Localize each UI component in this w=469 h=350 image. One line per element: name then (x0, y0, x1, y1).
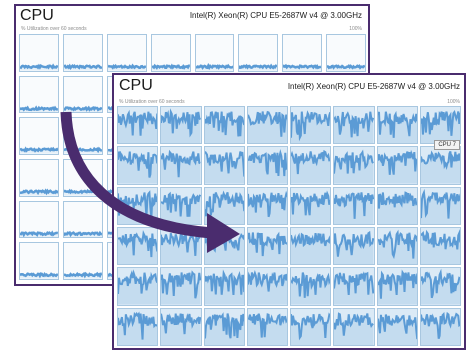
core-graph-line (20, 107, 58, 109)
core-graph (117, 307, 159, 346)
core-graph (160, 267, 202, 306)
cpu-model-name: Intel(R) Xeon(R) CPU E5-2687W v4 @ 3.00G… (287, 82, 460, 91)
core-graph-line (20, 191, 58, 193)
core-graph (376, 267, 418, 306)
cpu-title: CPU (119, 77, 153, 94)
core-graph (290, 186, 332, 225)
core-graph (246, 186, 288, 225)
core-graph-line (239, 66, 277, 68)
core-graph (19, 34, 59, 72)
cpu-title: CPU (20, 7, 54, 24)
core-graph-line (327, 66, 365, 68)
core-graph-line (152, 66, 190, 68)
core-graph (419, 307, 461, 346)
core-graph (160, 186, 202, 225)
core-graph (160, 226, 202, 266)
core-graph (19, 200, 59, 239)
core-graph-line (20, 149, 58, 151)
cpu-window-after: CPU Intel(R) Xeon(R) CPU E5-2687W v4 @ 3… (112, 73, 466, 350)
core-graph (290, 106, 332, 145)
core-graph (117, 146, 159, 185)
cpu-tooltip: CPU 7 (434, 140, 460, 150)
core-graph (106, 34, 147, 72)
core-graph (203, 146, 245, 185)
core-graph (419, 146, 461, 185)
core-graph (19, 117, 59, 155)
core-graph (333, 226, 375, 266)
core-graph-line (20, 274, 58, 276)
core-graph (376, 226, 418, 266)
core-graph (160, 307, 202, 346)
core-graph (203, 226, 245, 266)
core-graph (333, 106, 375, 145)
core-graph (290, 146, 332, 185)
core-graph (62, 34, 103, 72)
cpu-model-name: Intel(R) Xeon(R) CPU E5-2687W v4 @ 3.00G… (189, 11, 362, 20)
core-graph (117, 267, 159, 306)
core-graph (333, 186, 375, 225)
core-graph (290, 267, 332, 306)
core-graph (246, 267, 288, 306)
core-graph (160, 146, 202, 185)
core-graph-line (108, 66, 146, 68)
core-graph (246, 146, 288, 185)
core-graph (419, 267, 461, 306)
core-graph (203, 106, 245, 145)
core-graph (62, 159, 103, 197)
core-graph-line (64, 191, 102, 193)
core-graph (326, 34, 366, 72)
core-graph (117, 226, 159, 266)
logical-processor-grid (117, 106, 461, 346)
utilization-caption: % Utilization over 60 seconds (21, 26, 87, 32)
core-graph (19, 159, 59, 197)
core-graph-line (20, 66, 58, 68)
core-graph (333, 307, 375, 346)
core-graph (376, 106, 418, 145)
core-graph (117, 186, 159, 225)
core-graph (203, 307, 245, 346)
utilization-caption: % Utilization over 60 seconds (119, 99, 185, 105)
core-graph (246, 226, 288, 266)
core-graph (419, 186, 461, 225)
core-graph (376, 146, 418, 185)
core-graph-line (64, 66, 102, 68)
core-graph (19, 75, 59, 114)
core-graph-line (64, 274, 102, 276)
core-graph (290, 307, 332, 346)
core-graph (160, 106, 202, 145)
max-percent-label: 100% (349, 26, 362, 32)
core-graph (282, 34, 323, 72)
core-graph (290, 226, 332, 266)
core-graph-line (291, 233, 330, 246)
core-graph (62, 75, 103, 114)
core-graph (246, 106, 288, 145)
core-graph (238, 34, 279, 72)
core-graph (150, 34, 191, 72)
core-graph (203, 267, 245, 306)
core-graph (203, 186, 245, 225)
core-graph (246, 307, 288, 346)
core-graph (376, 186, 418, 225)
core-graph (333, 146, 375, 185)
core-graph (19, 242, 59, 280)
core-graph (376, 307, 418, 346)
core-graph (117, 106, 159, 145)
core-graph (333, 267, 375, 306)
core-graph (62, 242, 103, 280)
core-graph (419, 226, 461, 266)
core-graph-area (377, 111, 417, 144)
core-graph (419, 106, 461, 145)
max-percent-label: 100% (447, 99, 460, 105)
core-graph-line (64, 149, 102, 151)
core-graph (62, 117, 103, 155)
core-graph (194, 34, 235, 72)
core-graph (62, 200, 103, 239)
